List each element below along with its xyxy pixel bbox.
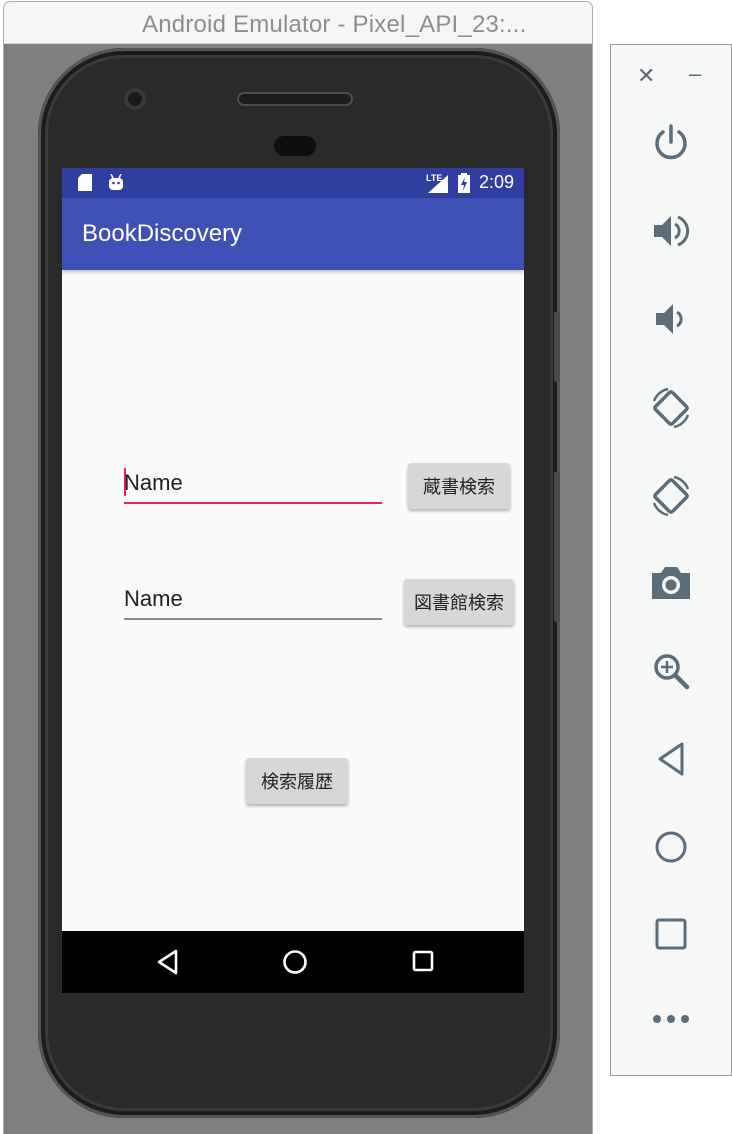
book-name-input-text: Name <box>124 470 183 495</box>
emulator-control-panel: ✕ – <box>610 44 732 1076</box>
library-search-button[interactable]: 図書館検索 <box>404 579 514 625</box>
status-bar: LTE 2:09 <box>62 168 524 198</box>
phone-volume-key <box>554 472 560 622</box>
navigation-bar <box>62 931 524 993</box>
collection-search-button[interactable]: 蔵書検索 <box>408 463 510 509</box>
app-title: BookDiscovery <box>82 220 243 247</box>
nav-back-icon[interactable] <box>156 949 180 975</box>
home-button[interactable] <box>611 829 731 865</box>
rotate-right-button[interactable] <box>611 471 731 521</box>
volume-up-icon <box>654 215 690 247</box>
volume-up-button[interactable] <box>611 211 731 251</box>
rotate-left-icon <box>652 387 690 429</box>
app-bar: BookDiscovery <box>62 198 524 270</box>
nav-home-icon[interactable] <box>282 949 308 975</box>
status-time: 2:09 <box>478 172 514 192</box>
emulator-window: Android Emulator - Pixel_API_23:... LTE … <box>4 2 592 1134</box>
overview-button[interactable] <box>611 917 731 951</box>
proximity-sensor <box>274 136 316 156</box>
earpiece-speaker <box>237 92 353 106</box>
search-history-button[interactable]: 検索履歴 <box>246 758 348 804</box>
nav-overview-icon[interactable] <box>412 950 434 972</box>
phone-power-key <box>554 312 560 382</box>
volume-down-icon <box>656 304 683 334</box>
more-icon <box>653 1015 689 1023</box>
rotate-left-button[interactable] <box>611 383 731 433</box>
zoom-button[interactable] <box>611 651 731 691</box>
device-screen: LTE 2:09 BookDiscovery Name 蔵書検索 Name 図書… <box>62 168 524 993</box>
screenshot-button[interactable] <box>611 563 731 601</box>
panel-close-icon[interactable]: ✕ <box>637 63 655 89</box>
overview-icon <box>655 918 687 950</box>
sd-card-icon <box>78 174 92 191</box>
power-button[interactable] <box>611 123 731 163</box>
home-icon <box>655 831 687 863</box>
volume-down-button[interactable] <box>611 299 731 339</box>
zoom-icon <box>654 654 690 690</box>
cell-signal-icon <box>428 175 448 193</box>
more-button[interactable] <box>611 1013 731 1025</box>
rotate-right-icon <box>652 475 690 517</box>
panel-minimize-icon[interactable]: – <box>689 61 701 87</box>
power-icon <box>655 124 687 160</box>
battery-charging-icon <box>458 173 470 193</box>
front-camera-icon <box>124 88 146 110</box>
camera-icon <box>652 567 690 599</box>
window-title: Android Emulator - Pixel_API_23:... <box>142 11 527 38</box>
window-titlebar[interactable]: Android Emulator - Pixel_API_23:... <box>4 2 592 44</box>
android-debug-icon <box>109 174 123 190</box>
library-name-input[interactable]: Name <box>124 580 382 620</box>
library-name-input-text: Name <box>124 586 183 611</box>
back-button[interactable] <box>611 741 731 777</box>
book-name-input[interactable]: Name <box>124 464 382 504</box>
back-icon <box>658 742 684 776</box>
